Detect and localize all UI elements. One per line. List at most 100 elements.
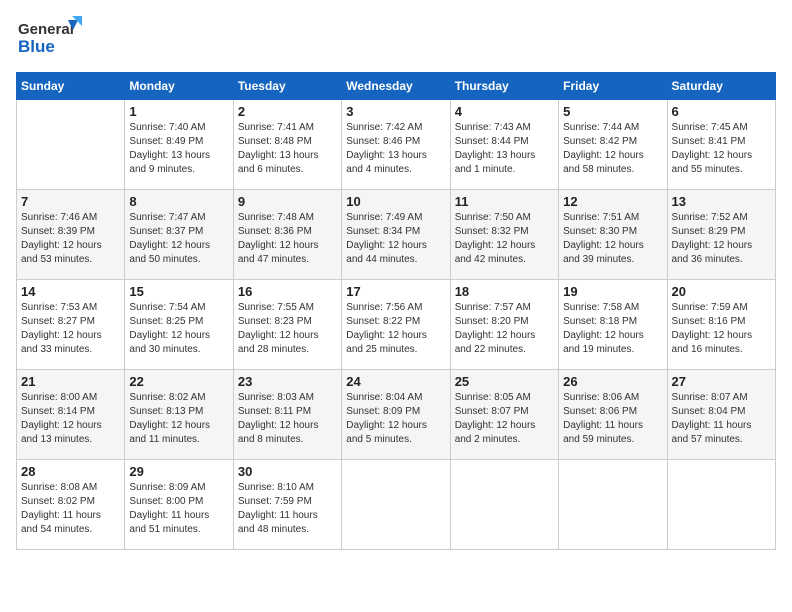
calendar-week-1: 7 Sunrise: 7:46 AMSunset: 8:39 PMDaylight…: [17, 190, 776, 280]
day-number: 29: [129, 464, 228, 479]
day-number: 20: [672, 284, 771, 299]
day-number: 5: [563, 104, 662, 119]
header-cell-saturday: Saturday: [667, 73, 775, 100]
day-info: Sunrise: 7:50 AMSunset: 8:32 PMDaylight:…: [455, 211, 554, 267]
calendar-cell: 27 Sunrise: 8:07 AMSunset: 8:04 PMDayligh…: [667, 370, 775, 460]
calendar-cell: 13 Sunrise: 7:52 AMSunset: 8:29 PMDayligh…: [667, 190, 775, 280]
calendar-week-0: 1 Sunrise: 7:40 AMSunset: 8:49 PMDaylight…: [17, 100, 776, 190]
day-info: Sunrise: 7:56 AMSunset: 8:22 PMDaylight:…: [346, 301, 445, 357]
calendar-cell: 9 Sunrise: 7:48 AMSunset: 8:36 PMDaylight…: [233, 190, 341, 280]
header-cell-tuesday: Tuesday: [233, 73, 341, 100]
calendar-cell: 18 Sunrise: 7:57 AMSunset: 8:20 PMDayligh…: [450, 280, 558, 370]
day-info: Sunrise: 7:54 AMSunset: 8:25 PMDaylight:…: [129, 301, 228, 357]
day-info: Sunrise: 8:02 AMSunset: 8:13 PMDaylight:…: [129, 391, 228, 447]
day-number: 12: [563, 194, 662, 209]
svg-text:Blue: Blue: [18, 37, 55, 56]
calendar-cell: 2 Sunrise: 7:41 AMSunset: 8:48 PMDaylight…: [233, 100, 341, 190]
calendar-week-3: 21Sunrise: 8:00 AMSunset: 8:14 PMDayligh…: [17, 370, 776, 460]
calendar-cell: 24 Sunrise: 8:04 AMSunset: 8:09 PMDayligh…: [342, 370, 450, 460]
day-number: 3: [346, 104, 445, 119]
day-info: Sunrise: 7:47 AMSunset: 8:37 PMDaylight:…: [129, 211, 228, 267]
header-cell-wednesday: Wednesday: [342, 73, 450, 100]
calendar-cell: [559, 460, 667, 550]
day-info: Sunrise: 7:58 AMSunset: 8:18 PMDaylight:…: [563, 301, 662, 357]
calendar-cell: 15Sunrise: 7:54 AMSunset: 8:25 PMDayligh…: [125, 280, 233, 370]
day-info: Sunrise: 8:04 AMSunset: 8:09 PMDaylight:…: [346, 391, 445, 447]
calendar-cell: 1 Sunrise: 7:40 AMSunset: 8:49 PMDaylight…: [125, 100, 233, 190]
calendar-cell: 29 Sunrise: 8:09 AMSunset: 8:00 PMDayligh…: [125, 460, 233, 550]
day-info: Sunrise: 7:43 AMSunset: 8:44 PMDaylight:…: [455, 121, 554, 177]
day-info: Sunrise: 7:40 AMSunset: 8:49 PMDaylight:…: [129, 121, 228, 177]
day-number: 21: [21, 374, 120, 389]
calendar-cell: 16 Sunrise: 7:55 AMSunset: 8:23 PMDayligh…: [233, 280, 341, 370]
day-number: 23: [238, 374, 337, 389]
day-info: Sunrise: 8:10 AMSunset: 7:59 PMDaylight:…: [238, 481, 337, 537]
day-info: Sunrise: 8:09 AMSunset: 8:00 PMDaylight:…: [129, 481, 228, 537]
calendar-cell: 4Sunrise: 7:43 AMSunset: 8:44 PMDaylight…: [450, 100, 558, 190]
calendar-week-4: 28 Sunrise: 8:08 AMSunset: 8:02 PMDayligh…: [17, 460, 776, 550]
calendar-table: SundayMondayTuesdayWednesdayThursdayFrid…: [16, 72, 776, 550]
page-header: GeneralBlue: [16, 16, 776, 60]
calendar-cell: 11 Sunrise: 7:50 AMSunset: 8:32 PMDayligh…: [450, 190, 558, 280]
day-info: Sunrise: 7:41 AMSunset: 8:48 PMDaylight:…: [238, 121, 337, 177]
day-number: 13: [672, 194, 771, 209]
calendar-cell: 17Sunrise: 7:56 AMSunset: 8:22 PMDayligh…: [342, 280, 450, 370]
day-info: Sunrise: 7:48 AMSunset: 8:36 PMDaylight:…: [238, 211, 337, 267]
svg-text:General: General: [18, 21, 74, 38]
day-number: 9: [238, 194, 337, 209]
day-number: 22: [129, 374, 228, 389]
day-info: Sunrise: 7:51 AMSunset: 8:30 PMDaylight:…: [563, 211, 662, 267]
day-number: 18: [455, 284, 554, 299]
day-number: 26: [563, 374, 662, 389]
calendar-cell: [17, 100, 125, 190]
calendar-cell: 23 Sunrise: 8:03 AMSunset: 8:11 PMDayligh…: [233, 370, 341, 460]
day-number: 30: [238, 464, 337, 479]
header-row: SundayMondayTuesdayWednesdayThursdayFrid…: [17, 73, 776, 100]
calendar-cell: 6 Sunrise: 7:45 AMSunset: 8:41 PMDaylight…: [667, 100, 775, 190]
day-info: Sunrise: 8:03 AMSunset: 8:11 PMDaylight:…: [238, 391, 337, 447]
calendar-cell: 25Sunrise: 8:05 AMSunset: 8:07 PMDayligh…: [450, 370, 558, 460]
day-number: 28: [21, 464, 120, 479]
calendar-cell: 5Sunrise: 7:44 AMSunset: 8:42 PMDaylight…: [559, 100, 667, 190]
day-info: Sunrise: 8:08 AMSunset: 8:02 PMDaylight:…: [21, 481, 120, 537]
day-number: 10: [346, 194, 445, 209]
day-info: Sunrise: 7:46 AMSunset: 8:39 PMDaylight:…: [21, 211, 120, 267]
calendar-cell: 19 Sunrise: 7:58 AMSunset: 8:18 PMDayligh…: [559, 280, 667, 370]
calendar-cell: [450, 460, 558, 550]
day-info: Sunrise: 8:07 AMSunset: 8:04 PMDaylight:…: [672, 391, 771, 447]
calendar-cell: 26 Sunrise: 8:06 AMSunset: 8:06 PMDayligh…: [559, 370, 667, 460]
header-cell-friday: Friday: [559, 73, 667, 100]
day-number: 1: [129, 104, 228, 119]
day-info: Sunrise: 7:55 AMSunset: 8:23 PMDaylight:…: [238, 301, 337, 357]
calendar-cell: 7 Sunrise: 7:46 AMSunset: 8:39 PMDaylight…: [17, 190, 125, 280]
calendar-cell: 10Sunrise: 7:49 AMSunset: 8:34 PMDayligh…: [342, 190, 450, 280]
day-info: Sunrise: 7:45 AMSunset: 8:41 PMDaylight:…: [672, 121, 771, 177]
day-info: Sunrise: 8:06 AMSunset: 8:06 PMDaylight:…: [563, 391, 662, 447]
calendar-cell: 3 Sunrise: 7:42 AMSunset: 8:46 PMDaylight…: [342, 100, 450, 190]
calendar-header: SundayMondayTuesdayWednesdayThursdayFrid…: [17, 73, 776, 100]
day-number: 14: [21, 284, 120, 299]
day-info: Sunrise: 7:42 AMSunset: 8:46 PMDaylight:…: [346, 121, 445, 177]
day-number: 25: [455, 374, 554, 389]
calendar-cell: 30 Sunrise: 8:10 AMSunset: 7:59 PMDayligh…: [233, 460, 341, 550]
day-number: 7: [21, 194, 120, 209]
calendar-week-2: 14 Sunrise: 7:53 AMSunset: 8:27 PMDayligh…: [17, 280, 776, 370]
day-number: 11: [455, 194, 554, 209]
day-number: 16: [238, 284, 337, 299]
logo-svg: GeneralBlue: [16, 16, 86, 60]
calendar-cell: [667, 460, 775, 550]
day-info: Sunrise: 7:52 AMSunset: 8:29 PMDaylight:…: [672, 211, 771, 267]
calendar-cell: 28 Sunrise: 8:08 AMSunset: 8:02 PMDayligh…: [17, 460, 125, 550]
calendar-cell: 21Sunrise: 8:00 AMSunset: 8:14 PMDayligh…: [17, 370, 125, 460]
calendar-cell: 12 Sunrise: 7:51 AMSunset: 8:30 PMDayligh…: [559, 190, 667, 280]
day-number: 19: [563, 284, 662, 299]
day-number: 24: [346, 374, 445, 389]
day-number: 6: [672, 104, 771, 119]
day-info: Sunrise: 7:57 AMSunset: 8:20 PMDaylight:…: [455, 301, 554, 357]
day-info: Sunrise: 7:53 AMSunset: 8:27 PMDaylight:…: [21, 301, 120, 357]
day-number: 27: [672, 374, 771, 389]
header-cell-monday: Monday: [125, 73, 233, 100]
day-number: 2: [238, 104, 337, 119]
calendar-body: 1 Sunrise: 7:40 AMSunset: 8:49 PMDaylight…: [17, 100, 776, 550]
calendar-cell: 14 Sunrise: 7:53 AMSunset: 8:27 PMDayligh…: [17, 280, 125, 370]
